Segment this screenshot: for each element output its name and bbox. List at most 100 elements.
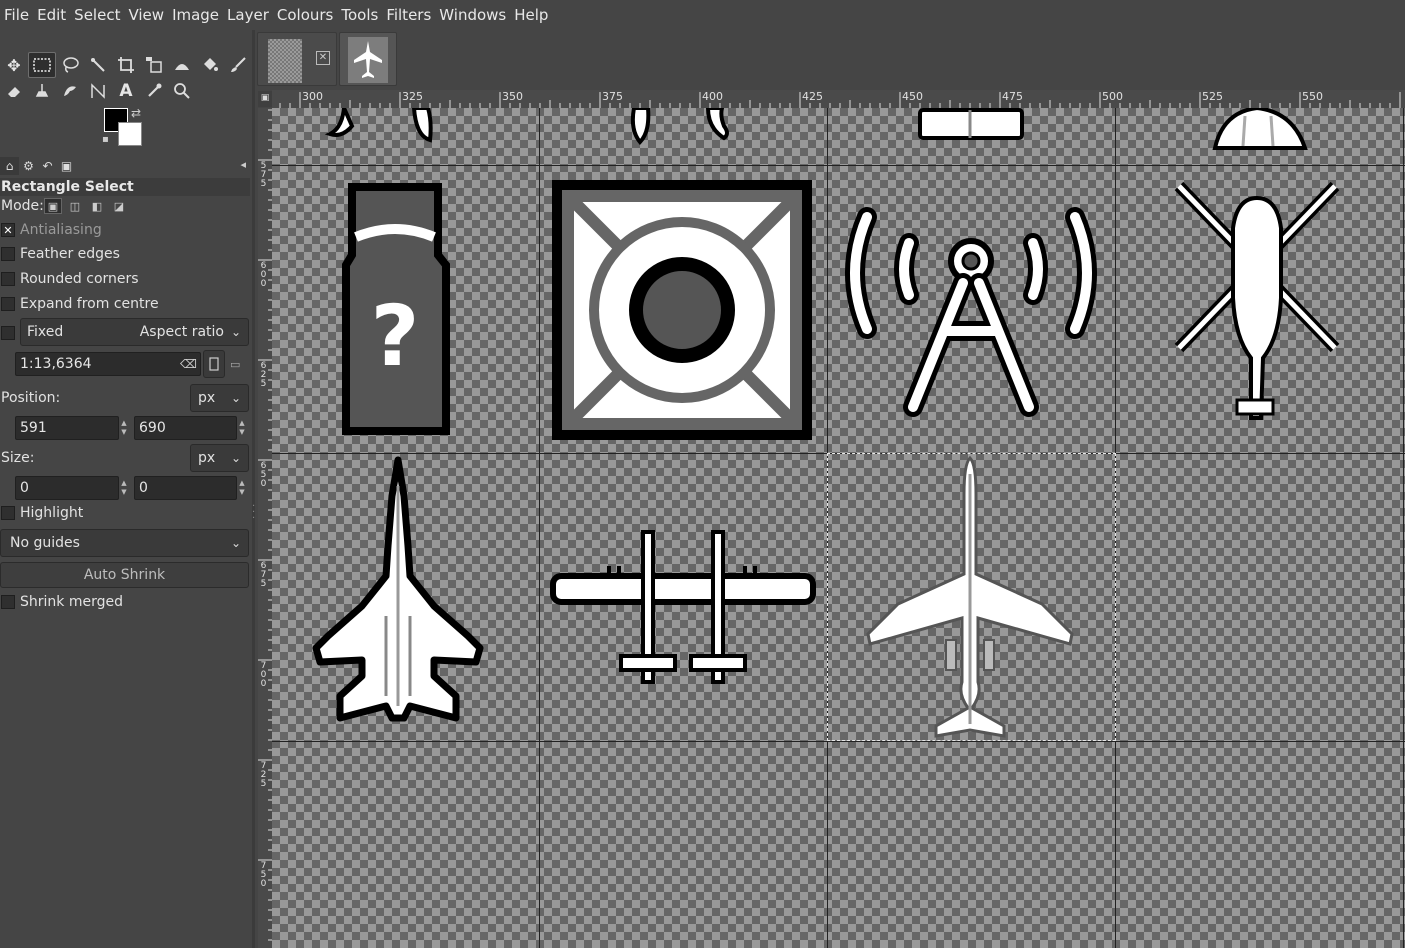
menu-image[interactable]: Image bbox=[172, 6, 225, 24]
clear-icon[interactable]: ⌫ bbox=[180, 353, 197, 375]
rect-select-icon[interactable] bbox=[28, 52, 56, 78]
tool-row-1: ✥ bbox=[0, 52, 252, 78]
drag-handle-icon[interactable]: · · · bbox=[252, 502, 255, 524]
expand-from-centre-checkbox[interactable] bbox=[1, 297, 15, 311]
warp-icon[interactable] bbox=[168, 52, 196, 78]
position-y-field[interactable]: 690 bbox=[134, 416, 237, 440]
position-x-stepper[interactable]: ▲ ▼ bbox=[118, 416, 130, 440]
clone-icon[interactable] bbox=[28, 78, 56, 104]
menu-view[interactable]: View bbox=[128, 6, 170, 24]
fixed-option bbox=[0, 323, 20, 343]
highlight-checkbox[interactable] bbox=[1, 506, 15, 520]
ruler-label: 650 bbox=[260, 461, 267, 489]
feather-edges-checkbox[interactable] bbox=[1, 247, 15, 261]
ruler-label: 575 bbox=[260, 161, 267, 189]
shrink-merged-option[interactable]: Shrink merged bbox=[0, 592, 123, 612]
guides-dropdown[interactable]: No guides ⌄ bbox=[0, 529, 249, 557]
smudge-icon[interactable] bbox=[56, 78, 84, 104]
background-color-swatch[interactable] bbox=[118, 122, 142, 146]
highlight-option[interactable]: Highlight bbox=[0, 503, 83, 523]
images-tab-icon[interactable]: ▣ bbox=[57, 157, 76, 175]
image-canvas[interactable]: ? bbox=[272, 108, 1405, 948]
position-label: Position: bbox=[1, 390, 61, 406]
fixed-label: Fixed bbox=[27, 324, 64, 340]
feather-edges-option[interactable]: Feather edges bbox=[0, 244, 120, 264]
antialiasing-option[interactable]: ✕ Antialiasing bbox=[0, 220, 102, 240]
menu-layer[interactable]: Layer bbox=[227, 6, 275, 24]
ruler-ticks bbox=[279, 92, 1401, 108]
menu-help[interactable]: Help bbox=[514, 6, 554, 24]
fixed-checkbox[interactable] bbox=[1, 326, 15, 340]
size-w-field[interactable]: 0 bbox=[15, 476, 119, 500]
size-w-stepper[interactable]: ▲ ▼ bbox=[118, 476, 130, 500]
mode-subtract-icon[interactable]: ◧ bbox=[88, 198, 106, 214]
position-unit: px bbox=[198, 390, 216, 406]
swap-colors-icon[interactable]: ⇄ bbox=[131, 106, 141, 120]
rounded-corners-option[interactable]: Rounded corners bbox=[0, 269, 139, 289]
landscape-icon[interactable]: ▭ bbox=[230, 358, 240, 371]
lasso-icon[interactable] bbox=[56, 52, 84, 78]
ruler-label: 750 bbox=[260, 861, 267, 889]
transform-icon[interactable] bbox=[140, 52, 168, 78]
position-x-field[interactable]: 591 bbox=[15, 416, 119, 440]
image-tab-1[interactable]: ✕ bbox=[257, 32, 337, 86]
menu-tools[interactable]: Tools bbox=[341, 6, 384, 24]
partial-sprite-top bbox=[324, 108, 433, 143]
crop-icon[interactable] bbox=[112, 52, 140, 78]
tool-options-title: Rectangle Select bbox=[0, 178, 250, 196]
paths-icon[interactable] bbox=[84, 78, 112, 104]
shrink-merged-checkbox[interactable] bbox=[1, 595, 15, 609]
bucket-fill-icon[interactable] bbox=[196, 52, 224, 78]
selection-marquee[interactable] bbox=[827, 453, 1116, 741]
close-icon[interactable]: ✕ bbox=[316, 51, 330, 65]
fuzzy-select-icon[interactable] bbox=[84, 52, 112, 78]
position-unit-dropdown[interactable]: px ⌄ bbox=[190, 384, 249, 412]
tool-options-tab-icon[interactable]: ⌂ bbox=[0, 157, 19, 175]
dock-menu-icon[interactable]: ◂ bbox=[240, 158, 246, 171]
device-status-tab-icon[interactable]: ⚙ bbox=[19, 157, 38, 175]
size-unit-dropdown[interactable]: px ⌄ bbox=[190, 444, 249, 472]
antialiasing-checkbox[interactable]: ✕ bbox=[1, 223, 15, 237]
rounded-corners-label: Rounded corners bbox=[20, 271, 139, 287]
reset-colors-icon[interactable]: ▪ bbox=[102, 134, 109, 145]
ruler-corner-icon[interactable]: ▣ bbox=[258, 91, 272, 107]
move-icon[interactable]: ✥ bbox=[0, 52, 28, 78]
ruler-label: 700 bbox=[260, 661, 267, 689]
ruler-label: 425 bbox=[802, 90, 823, 103]
menu-colours[interactable]: Colours bbox=[277, 6, 339, 24]
menu-select[interactable]: Select bbox=[74, 6, 126, 24]
mystery-battery-sprite: ? bbox=[342, 183, 450, 435]
panel-divider[interactable] bbox=[252, 30, 255, 948]
mode-replace-icon[interactable]: ▣ bbox=[44, 198, 62, 214]
paintbrush-icon[interactable] bbox=[224, 52, 252, 78]
menu-windows[interactable]: Windows bbox=[439, 6, 512, 24]
text-icon[interactable]: A bbox=[112, 78, 140, 104]
zoom-icon[interactable] bbox=[168, 78, 196, 104]
rounded-corners-checkbox[interactable] bbox=[1, 272, 15, 286]
ruler-label: 725 bbox=[260, 761, 267, 789]
tool-row-2: A bbox=[0, 78, 196, 104]
image-tab-2[interactable] bbox=[339, 32, 397, 86]
size-h-stepper[interactable]: ▲ ▼ bbox=[236, 476, 248, 500]
ratio-field[interactable]: 1:13,6364 ⌫ bbox=[15, 352, 201, 376]
menu-filters[interactable]: Filters bbox=[386, 6, 437, 24]
ruler-label: 600 bbox=[260, 261, 267, 289]
ruler-label: 500 bbox=[1102, 90, 1123, 103]
fixed-mode-dropdown[interactable]: Fixed Aspect ratio ⌄ bbox=[20, 318, 249, 346]
position-y-stepper[interactable]: ▲ ▼ bbox=[236, 416, 248, 440]
menu-file[interactable]: File bbox=[4, 6, 35, 24]
eraser-icon[interactable] bbox=[0, 78, 28, 104]
auto-shrink-button[interactable]: Auto Shrink bbox=[0, 562, 249, 588]
expand-from-centre-option[interactable]: Expand from centre bbox=[0, 294, 159, 314]
helicopter-sprite bbox=[1174, 181, 1340, 420]
mode-intersect-icon[interactable]: ◪ bbox=[110, 198, 128, 214]
ruler-label: 475 bbox=[1002, 90, 1023, 103]
color-picker-icon[interactable] bbox=[140, 78, 168, 104]
mode-add-icon[interactable]: ◫ bbox=[66, 198, 84, 214]
size-h-field[interactable]: 0 bbox=[134, 476, 237, 500]
undo-history-tab-icon[interactable]: ↶ bbox=[38, 157, 57, 175]
partial-sprite-top bbox=[630, 108, 729, 145]
ruler-label: 450 bbox=[902, 90, 923, 103]
portrait-button[interactable] bbox=[203, 350, 225, 378]
menu-edit[interactable]: Edit bbox=[37, 6, 72, 24]
